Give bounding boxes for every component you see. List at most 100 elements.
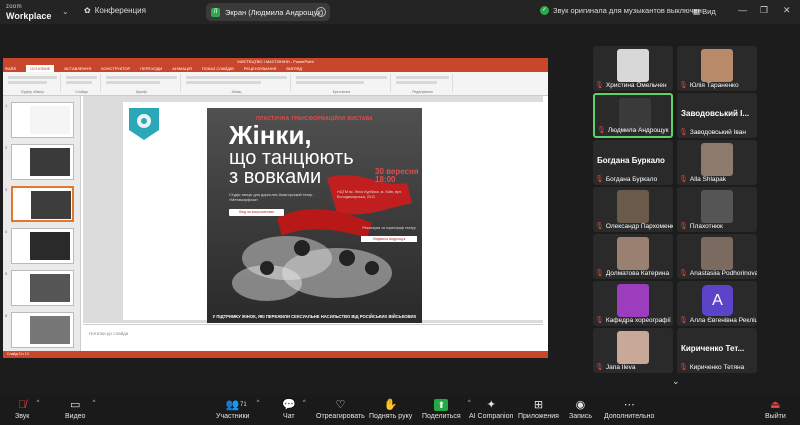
slide-thumbnail[interactable] (11, 312, 74, 348)
poster-date: 30 вересня 18:00 (375, 167, 419, 184)
powerpoint-status-bar: Слайд 3 із 13 (3, 351, 548, 358)
heart-icon: ♡ (335, 399, 346, 411)
chat-button[interactable]: 💬 Чат ^ (282, 398, 306, 421)
participant-tile[interactable]: 🎙 Олександр Пархоменко (593, 187, 673, 232)
gallery-scroll-down-icon[interactable]: ⌄ (672, 376, 680, 387)
share-screen-button[interactable]: ⬆ Поделиться ^ (422, 398, 471, 421)
participant-tile[interactable]: Кириченко Тет... 🎙 Кириченко Тетяна (677, 328, 757, 373)
mute-button[interactable]: 🎙̸ Звук ^ (15, 398, 39, 421)
participant-tile[interactable]: 🎙 Jana Ileva (593, 328, 673, 373)
participant-name: Плахотнюк (689, 222, 723, 230)
video-button[interactable]: ▭ Видео ^ (65, 398, 95, 421)
slide-thumbnail[interactable] (11, 186, 74, 222)
react-button[interactable]: ♡ Отреагировать (316, 398, 365, 421)
ribbon-group: Шрифт (103, 74, 181, 94)
participant-avatar: A (702, 285, 733, 316)
mic-off-icon: 🎙 (679, 129, 688, 136)
ai-companion-button[interactable]: ✦ AI Companion (469, 398, 513, 421)
conference-menu[interactable]: ✿ Конференция (84, 6, 146, 15)
top-bar: zoom Workplace ⌄ ✿ Конференция Л Экран (… (0, 0, 800, 24)
participant-tile[interactable]: Заводовський І... 🎙 Заводовський Іван (677, 93, 757, 138)
close-icon[interactable]: ✕ (783, 5, 791, 16)
participant-video (617, 331, 649, 364)
powerpoint-ribbon: Буфер обміну Слайди Шрифт Абзац Креслення Ред… (3, 72, 548, 96)
participant-name: Людмила Андрощук (607, 126, 669, 134)
powerpoint-tabs: ФАЙЛ ОСНОВНЕ ВСТАВЛЕННЯ КОНСТРУКТОР ПЕРЕХОДИ… (3, 65, 548, 72)
participant-tile[interactable]: 🎙 Кафедра хореографії (593, 281, 673, 326)
zoom-logo: zoom Workplace (6, 4, 52, 21)
powerpoint-tab[interactable]: ПОКАЗ СЛАЙДІВ (202, 65, 234, 72)
mic-off-icon: 🎙 (679, 176, 688, 183)
chevron-up-icon[interactable]: ^ (93, 400, 96, 406)
chevron-up-icon[interactable]: ^ (37, 400, 40, 406)
zoom-meeting-window: zoom Workplace ⌄ ✿ Конференция Л Экран (… (0, 0, 800, 425)
slide-thumbnail[interactable] (11, 144, 74, 180)
raise-hand-button[interactable]: ✋ Поднять руку (369, 398, 412, 421)
thumb-number: 2 (5, 145, 8, 150)
more-button[interactable]: ⋯ Дополнительно (604, 398, 654, 421)
record-button[interactable]: ◉ Запись (569, 398, 592, 421)
hand-icon: ✋ (383, 399, 398, 411)
participant-tile[interactable]: 🎙 Плахотнюк (677, 187, 757, 232)
powerpoint-tab[interactable]: АНІМАЦІЯ (172, 65, 192, 72)
participant-tile[interactable]: 🎙 Христина Омельчен (593, 46, 673, 91)
participant-name: Alla Shlapak (689, 175, 727, 183)
participant-tile[interactable]: 🎙 Юлія Тараненко (677, 46, 757, 91)
thumb-number: 4 (5, 229, 8, 234)
powerpoint-title-bar: МИСТЕЦТВО І МАСТИНІНН - PowerPoint (3, 58, 548, 65)
ribbon-group: Буфер обміну (5, 74, 61, 94)
participant-video (701, 143, 733, 176)
share-arrow-icon: ⬆ (434, 399, 449, 411)
slide-notes[interactable]: Нотатки до слайда (83, 324, 543, 349)
participant-tile[interactable]: 🎙 Людмила Андрощук (593, 93, 673, 138)
event-poster: ПЛАСТИЧНА ТРАНСФОРМАЦІЙНА ВИСТАВА Жінки,… (207, 108, 422, 323)
powerpoint-tab[interactable]: ФАЙЛ (5, 65, 16, 72)
leave-button[interactable]: ⏏ Выйти (765, 398, 786, 421)
shield-check-icon: ✓ (540, 6, 549, 15)
chevron-up-icon[interactable]: ^ (257, 400, 260, 406)
apps-button[interactable]: ⊞ Приложения (518, 398, 559, 421)
mic-off-icon: 🎙̸ (18, 399, 27, 411)
powerpoint-tab[interactable]: ВСТАВЛЕННЯ (64, 65, 91, 72)
participant-tile[interactable]: A 🎙Алла Євгенівна Рекліцька (677, 281, 757, 326)
mic-off-icon: 🎙 (595, 223, 604, 230)
participant-name: Олександр Пархоменко (605, 222, 673, 230)
participants-count: 71 (240, 402, 247, 408)
participant-name: Anastasiia Podhorinova (689, 269, 757, 277)
maximize-icon[interactable]: ❐ (760, 5, 768, 16)
view-menu[interactable]: ▦ Вид (693, 7, 716, 16)
ribbon-group: Креслення (293, 74, 391, 94)
more-options-icon[interactable]: ··· (316, 7, 326, 17)
slide-thumbnail[interactable] (11, 270, 74, 306)
mic-off-icon: 🎙 (679, 317, 688, 324)
participant-tile[interactable]: 🎙 Anastasiia Podhorinova (677, 234, 757, 279)
poster-director-label: Режисерка та хореограф театру (362, 226, 416, 230)
chevron-down-icon[interactable]: ⌄ (62, 7, 69, 16)
participant-name: Jana Ileva (605, 363, 636, 371)
shared-screen: МИСТЕЦТВО І МАСТИНІНН - PowerPoint ФАЙЛ О… (3, 58, 548, 358)
powerpoint-tab[interactable]: РЕЦЕНЗУВАННЯ (244, 65, 277, 72)
slide-thumbnails-pane: 1 2 3 4 5 6 (3, 96, 81, 351)
powerpoint-tab[interactable]: ПЕРЕХОДИ (140, 65, 162, 72)
sharer-avatar: Л (211, 7, 220, 17)
mic-off-icon: 🎙 (679, 223, 688, 230)
powerpoint-tab[interactable]: ВИГЛЯД (286, 65, 302, 72)
mic-off-icon: 🎙 (595, 176, 604, 183)
mic-off-icon: 🎙 (595, 82, 604, 89)
original-sound-status[interactable]: ✓ Звук оригинала для музыкантов выключен (540, 6, 702, 15)
slide-thumbnail[interactable] (11, 228, 74, 264)
mic-off-icon: 🎙 (679, 82, 688, 89)
participant-tile[interactable]: 🎙 Alla Shlapak (677, 140, 757, 185)
slide-thumbnail[interactable] (11, 102, 74, 138)
chat-icon: 💬 (282, 399, 296, 411)
screen-share-indicator[interactable]: Л Экран (Людмила Андрощук) ··· (206, 3, 330, 21)
participant-gallery: 🎙 Христина Омельчен 🎙 Юлія Тараненко 🎙 Людмил… (593, 46, 761, 373)
poster-footer: У ПІДТРИМКУ ЖІНОК, ЯКІ ПЕРЕЖИЛИ СЕКСУАЛЬ… (212, 314, 417, 319)
participant-tile[interactable]: Богдана Буркало 🎙 Богдана Буркало (593, 140, 673, 185)
minimize-icon[interactable]: — (738, 5, 747, 15)
powerpoint-tab[interactable]: КОНСТРУКТОР (101, 65, 130, 72)
powerpoint-tab[interactable]: ОСНОВНЕ (26, 65, 55, 72)
chevron-up-icon[interactable]: ^ (303, 400, 306, 406)
participant-tile[interactable]: 🎙 Долматова Катерина (593, 234, 673, 279)
participant-video (701, 237, 733, 270)
